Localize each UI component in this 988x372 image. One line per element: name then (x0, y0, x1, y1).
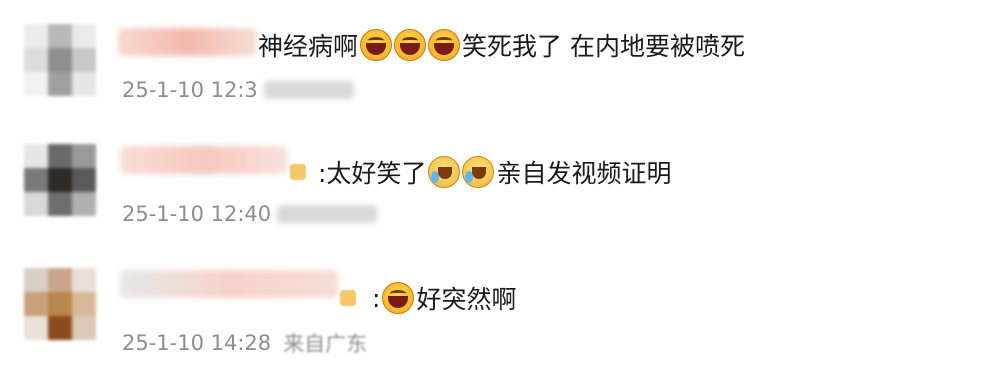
timestamp: 25-1-10 14:28 来自广东 (122, 328, 367, 358)
cry-laugh-icon (428, 156, 461, 188)
cry-laugh-icon (462, 156, 495, 188)
timestamp-text: 25-1-10 12:3 (122, 78, 258, 102)
laugh-icon (428, 29, 461, 61)
comment-text-part: 亲自发视频证明 (496, 159, 672, 188)
avatar[interactable] (24, 144, 96, 216)
user-badge-icon (340, 290, 356, 306)
timestamp: 25-1-10 12:3 (122, 78, 354, 102)
comment-item-1: 神经病啊 笑死我了 在内地要被喷死 25-1-10 12:3 (0, 0, 988, 120)
username-blurred[interactable] (118, 28, 256, 56)
laugh-icon (394, 29, 427, 61)
location-blurred (277, 205, 378, 223)
location-blurred (263, 81, 354, 99)
timestamp: 25-1-10 12:40 (122, 202, 378, 226)
comment-text: : 好突然啊 (340, 280, 516, 316)
timestamp-text: 25-1-10 14:28 (122, 331, 272, 355)
comment-text-part: 好突然啊 (416, 285, 517, 314)
laugh-icon (360, 29, 393, 61)
comment-text: :太好笑了 亲自发视频证明 (290, 154, 671, 190)
username-blurred[interactable] (120, 270, 338, 298)
username-blurred[interactable] (120, 146, 288, 174)
location-text: 来自广东 (283, 332, 368, 356)
timestamp-text: 25-1-10 12:40 (122, 202, 272, 226)
comment-text-part: :太好笑了 (318, 159, 427, 188)
user-badge-icon (290, 164, 306, 180)
comment-item-2: :太好笑了 亲自发视频证明 25-1-10 12:40 (0, 122, 988, 242)
comment-text-part: 笑死我了 在内地要被喷死 (462, 32, 745, 61)
comment-item-3: : 好突然啊 25-1-10 14:28 来自广东 (0, 248, 988, 368)
avatar[interactable] (24, 24, 96, 96)
laugh-icon (382, 282, 415, 314)
comment-text-part: 神经病啊 (258, 32, 359, 61)
comment-text: 神经病啊 笑死我了 在内地要被喷死 (258, 27, 745, 63)
comment-text-part: : (372, 283, 381, 313)
avatar[interactable] (24, 268, 96, 340)
